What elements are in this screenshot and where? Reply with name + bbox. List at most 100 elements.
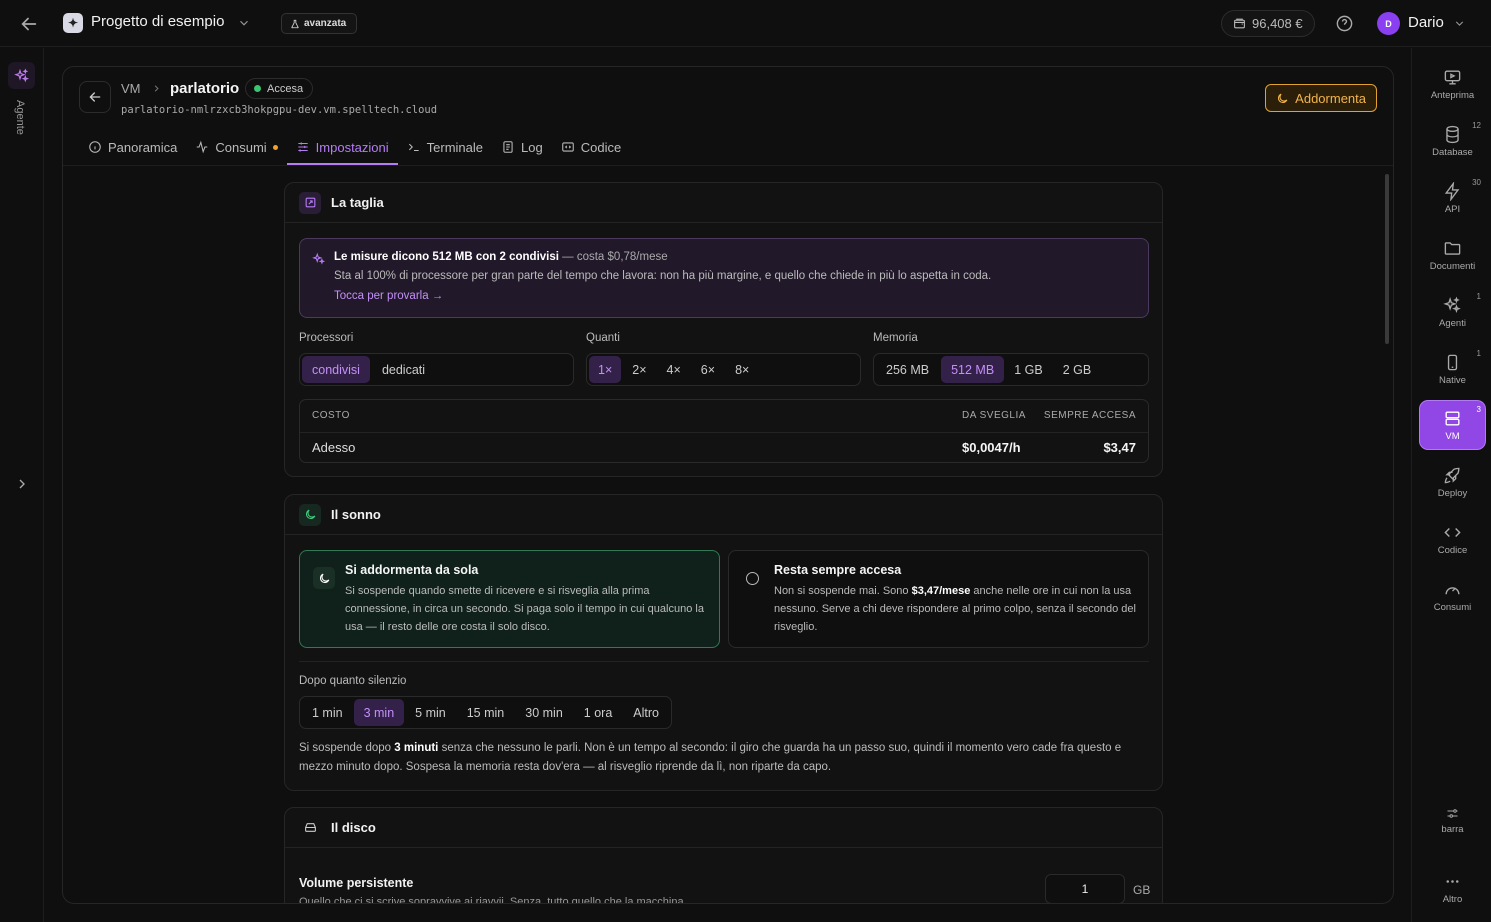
delay-option[interactable]: 30 min [515, 699, 573, 726]
scrollbar-thumb[interactable] [1385, 174, 1389, 344]
recommendation-cost: — costa $0,78/mese [558, 251, 668, 263]
vm-hostname[interactable]: parlatorio-nmlrzxcb3hokpgpu-dev.vm.spell… [121, 104, 437, 116]
recommendation-link[interactable]: Tocca per provarla → [334, 290, 443, 302]
processor-option-dedicati[interactable]: dedicati [372, 356, 435, 383]
tab-terminale[interactable]: Terminale [398, 129, 492, 165]
quantity-option[interactable]: 2× [623, 356, 655, 383]
agent-label[interactable]: Agente [14, 100, 26, 135]
rail-item-vm[interactable]: 3 VM [1420, 401, 1485, 449]
rail-item-anteprima[interactable]: Anteprima [1420, 60, 1485, 108]
vm-back-button[interactable] [79, 81, 111, 113]
user-name[interactable]: Dario [1408, 14, 1444, 31]
rail-item-native[interactable]: 1 Native [1420, 345, 1485, 393]
rail-item-count: 12 [1472, 121, 1481, 130]
recommendation-title: Le misure dicono 512 MB con 2 condivisi … [334, 251, 668, 263]
sleep-mode-desc: Si sospende quando smette di ricevere e … [345, 585, 704, 633]
info-icon [89, 141, 101, 153]
chevron-down-icon[interactable] [237, 16, 251, 30]
tab-label: Codice [580, 139, 622, 155]
settings-scroll-area[interactable]: La taglia Le misure dicono 512 MB con 2 … [63, 166, 1393, 904]
rail-item-codice[interactable]: Codice [1420, 515, 1485, 563]
vm-name: parlatorio [170, 80, 240, 97]
rail-item-altro[interactable]: Altro [1420, 864, 1485, 912]
quantity-option[interactable]: 4× [658, 356, 690, 383]
credit-balance[interactable]: 96,408 € [1221, 10, 1315, 37]
sleep-mode-always-on[interactable]: Resta sempre accesa Non si sospende mai.… [728, 550, 1149, 648]
rail-item-label: VM [1445, 430, 1460, 442]
tab-label: Log [521, 139, 543, 155]
notification-dot-icon [272, 144, 278, 150]
back-arrow-icon[interactable] [18, 13, 40, 35]
rail-item-documenti[interactable]: Documenti [1420, 231, 1485, 279]
tab-panoramica[interactable]: Panoramica [79, 129, 186, 165]
rail-item-label: Altro [1442, 893, 1463, 905]
rail-item-label: Anteprima [1430, 89, 1475, 101]
sparkles-icon [1443, 296, 1461, 313]
tab-codice[interactable]: Codice [552, 129, 630, 165]
delay-option[interactable]: Altro [623, 699, 669, 726]
rail-item-api[interactable]: 30 API [1420, 174, 1485, 222]
rail-item-count: 3 [1476, 405, 1481, 414]
quantity-label: Quanti [586, 332, 620, 344]
more-icon [1446, 879, 1459, 883]
sleep-mode-auto[interactable]: Si addormenta da sola Si sospende quando… [299, 550, 720, 648]
right-rail: Anteprima 12 Database 30 API Documenti 1… [1411, 48, 1491, 922]
cost-header-wake: DA SVEGLIA [962, 410, 1026, 421]
memory-option[interactable]: 2 GB [1053, 356, 1102, 383]
rail-item-database[interactable]: 12 Database [1420, 117, 1485, 165]
breadcrumb-vm[interactable]: VM [121, 81, 141, 96]
memory-option[interactable]: 1 GB [1006, 356, 1051, 383]
delay-option[interactable]: 3 min [353, 699, 405, 726]
code-window-icon [561, 142, 574, 152]
project-logo-icon: ✦ [63, 13, 83, 33]
sleep-mode-desc-price: $3,47/mese [911, 585, 971, 597]
delay-option[interactable]: 5 min [405, 699, 456, 726]
cost-header-always: SEMPRE ACCESA [1043, 410, 1136, 421]
rail-item-label: Database [1432, 146, 1473, 158]
processors-label: Processori [299, 332, 354, 344]
quantity-option[interactable]: 8× [726, 356, 758, 383]
divider [299, 661, 1149, 662]
quantity-option[interactable]: 1× [589, 356, 622, 383]
cost-row-always: $3,47 [1103, 440, 1136, 455]
rail-item-label: Native [1439, 374, 1466, 386]
delay-option[interactable]: 1 ora [574, 699, 623, 726]
cost-row-wake: $0,0047/h [962, 440, 1021, 455]
agent-sparkles-icon[interactable] [8, 62, 35, 89]
memory-option[interactable]: 512 MB [941, 356, 1005, 383]
rail-item-deploy[interactable]: Deploy [1420, 458, 1485, 506]
rail-item-consumi[interactable]: Consumi [1420, 572, 1485, 620]
sleep-button[interactable]: Addormenta [1265, 84, 1377, 112]
volume-title: Volume persistente [299, 876, 414, 890]
tab-consumi[interactable]: Consumi [186, 129, 286, 165]
memory-option[interactable]: 256 MB [876, 356, 939, 383]
card-header: Il sonno [285, 495, 1162, 535]
recommendation-desc: Sta al 100% di processore per gran parte… [334, 270, 992, 282]
tab-impostazioni[interactable]: Impostazioni [286, 129, 398, 165]
moon-icon [299, 503, 321, 526]
delay-option[interactable]: 15 min [457, 699, 515, 726]
rail-item-barra[interactable]: barra [1420, 796, 1485, 844]
mode-badge[interactable]: avanzata [281, 13, 358, 34]
volume-desc: Quello che ci si scrive sopravvive ai ri… [299, 896, 684, 904]
chevron-right-icon[interactable] [14, 476, 30, 492]
bolt-icon [1444, 181, 1460, 201]
sleep-button-label: Addormenta [1295, 90, 1366, 106]
rail-item-agenti[interactable]: 1 Agenti [1420, 288, 1485, 336]
chevron-down-icon[interactable] [1453, 17, 1466, 30]
processor-option-condivisi[interactable]: condivisi [302, 356, 370, 383]
recommendation-banner[interactable]: Le misure dicono 512 MB con 2 condivisi … [299, 238, 1149, 318]
delay-note-a: Si sospende dopo [299, 742, 395, 754]
database-icon [1446, 125, 1459, 143]
flask-icon [291, 19, 299, 28]
delay-selector: 1 min 3 min 5 min 15 min 30 min 1 ora Al… [299, 696, 672, 729]
sleep-card: Il sonno Si addormenta da sola Si sospen… [284, 494, 1163, 791]
avatar[interactable]: D [1377, 12, 1400, 35]
tab-log[interactable]: Log [492, 129, 552, 165]
project-name[interactable]: Progetto di esempio [91, 13, 224, 30]
volume-size-input[interactable]: 1 [1045, 874, 1125, 903]
quantity-option[interactable]: 6× [692, 356, 724, 383]
delay-option[interactable]: 1 min [302, 699, 353, 726]
help-icon[interactable] [1335, 14, 1354, 33]
terminal-icon [408, 143, 419, 152]
